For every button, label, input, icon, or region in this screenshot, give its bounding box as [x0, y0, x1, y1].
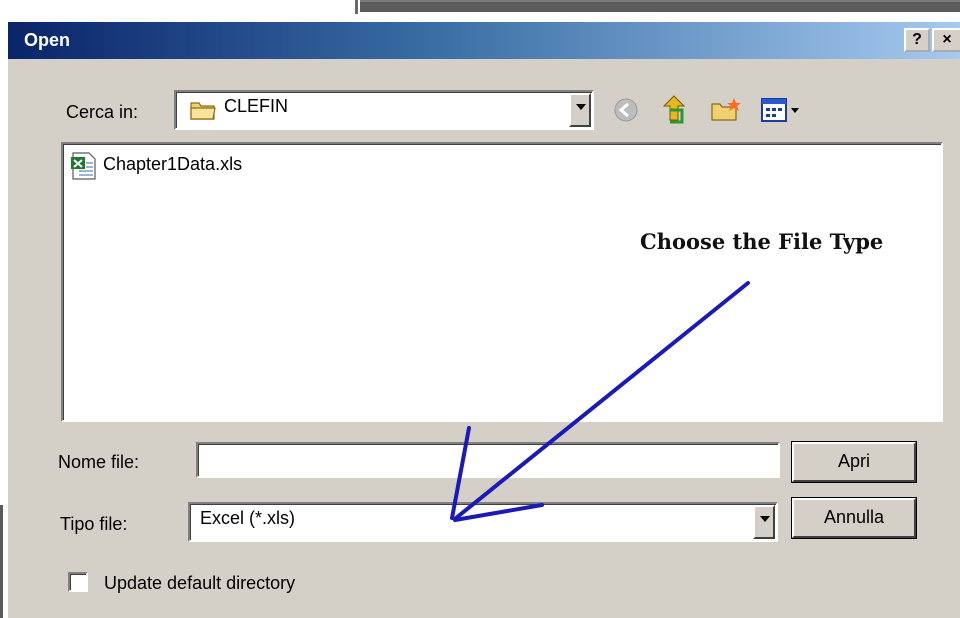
filetype-combobox[interactable]: Excel (*.xls) [188, 502, 778, 542]
filetype-value: Excel (*.xls) [200, 508, 296, 528]
new-folder-icon[interactable] [710, 96, 744, 129]
look-in-combobox[interactable]: CLEFIN [174, 90, 594, 130]
back-icon[interactable] [612, 96, 640, 129]
update-directory-label: Update default directory [104, 573, 296, 593]
view-menu-icon[interactable] [760, 96, 804, 129]
up-folder-icon[interactable] [660, 92, 692, 131]
folder-icon [190, 99, 216, 126]
file-name: Chapter1Data.xls [103, 154, 243, 174]
look-in-label: Cerca in: [66, 102, 139, 122]
filename-label: Nome file: [58, 452, 140, 472]
background-window-bar [360, 0, 960, 12]
close-button[interactable]: × [932, 28, 960, 52]
background-window-edge [355, 0, 358, 14]
background-window-strip [0, 0, 960, 24]
filetype-label: Tipo file: [60, 514, 128, 534]
look-in-value: CLEFIN [224, 96, 289, 116]
filename-input[interactable] [196, 442, 780, 478]
annotation-callout: Choose the File Type [632, 215, 934, 275]
excel-file-icon [69, 152, 99, 185]
annotation-text: Choose the File Type [640, 229, 884, 254]
open-button[interactable]: Apri [792, 442, 916, 482]
open-dialog: Open ? × Cerca in: CLEFIN Chapter1Data.x… [8, 22, 960, 618]
file-list[interactable]: Chapter1Data.xls [61, 142, 943, 422]
cancel-button[interactable]: Annulla [792, 498, 916, 538]
dialog-title: Open [24, 30, 71, 50]
title-bar[interactable]: Open ? × [8, 22, 960, 59]
help-button[interactable]: ? [904, 28, 930, 52]
background-window-left-edge [0, 505, 3, 618]
look-in-dropdown-button[interactable] [569, 93, 591, 127]
update-directory-checkbox[interactable] [68, 572, 88, 592]
filetype-dropdown-button[interactable] [753, 505, 775, 539]
